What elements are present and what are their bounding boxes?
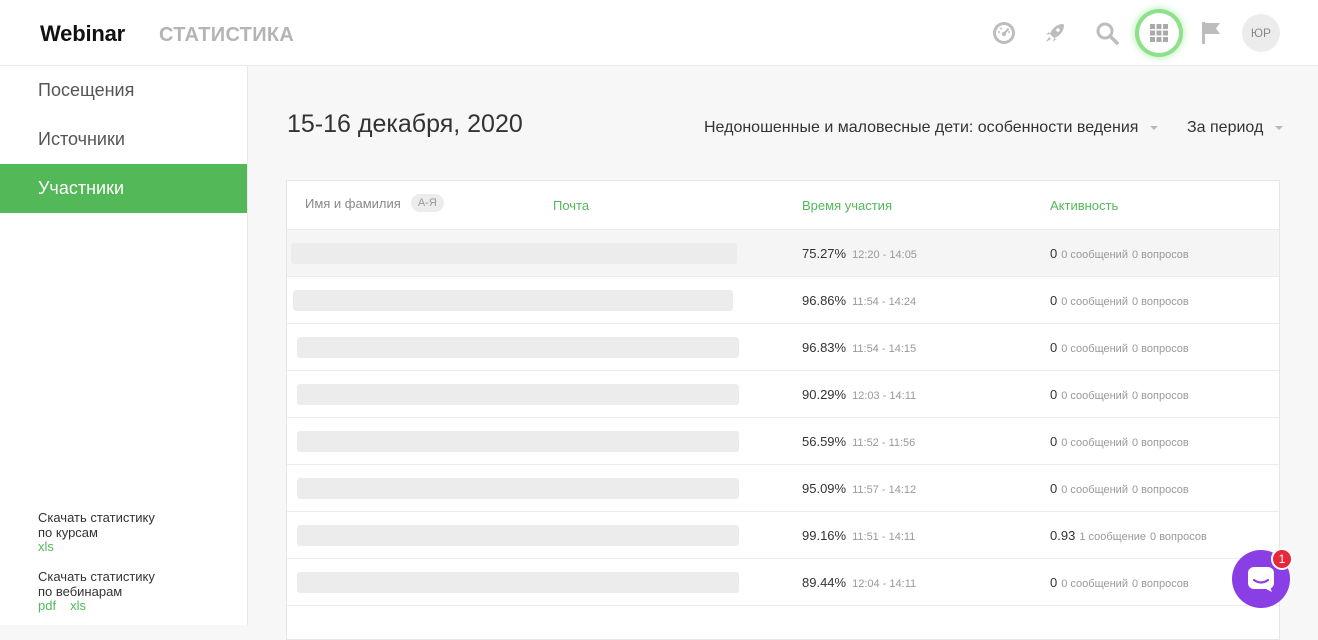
top-header: Webinar СТАТИСТИКА ЮР: [0, 0, 1318, 66]
activity-cell: 00 сообщений 0 вопросов: [1050, 246, 1189, 261]
activity-cell: 00 сообщений 0 вопросов: [1050, 481, 1189, 496]
logo[interactable]: Webinar: [40, 21, 125, 47]
download-courses-xls-link[interactable]: xls: [38, 539, 54, 554]
redacted-name-email: [297, 431, 739, 452]
sidebar-item-visits[interactable]: Посещения: [0, 66, 247, 115]
section-title: СТАТИСТИКА: [159, 24, 295, 46]
table-row[interactable]: 75.27% 12:20 - 14:05 00 сообщений 0 вопрос…: [287, 229, 1279, 276]
participation-time: 12:03 - 14:11: [852, 390, 917, 402]
event-select-label: Недоношенные и маловесные дети: особенно…: [704, 119, 1139, 136]
participation-time: 11:51 - 14:11: [852, 531, 916, 543]
redacted-name-email: [297, 337, 739, 358]
table-row[interactable]: 99.16% 11:51 - 14:11 0.93 1 сообщение 0 воп…: [287, 511, 1279, 558]
download-webinars-text-2: по вебинарам: [38, 583, 123, 599]
participants-table: Имя и фамилия А-Я Почта Время участия Ак…: [286, 180, 1280, 640]
table-row[interactable]: 96.83% 11:54 - 14:15 00 сообщений 0 вопрос…: [287, 323, 1279, 370]
column-time[interactable]: Время участия: [802, 198, 892, 213]
participation-time: 11:54 - 14:24: [852, 296, 917, 308]
avatar[interactable]: ЮР: [1242, 14, 1280, 52]
redacted-name-email: [291, 243, 737, 264]
redacted-name-email: [297, 525, 739, 546]
participation-time: 12:04 - 14:11: [852, 578, 917, 590]
page-title: 15-16 декабря, 2020: [287, 110, 523, 138]
dashboard-icon[interactable]: [987, 16, 1021, 50]
chevron-down-icon: [1275, 126, 1284, 130]
download-courses-text: Скачать статистику: [38, 510, 155, 525]
participation-percent: 90.29% 12:03 - 14:11: [802, 387, 917, 402]
chevron-down-icon: [1150, 126, 1159, 130]
participation-percent: 96.86% 11:54 - 14:24: [802, 293, 917, 308]
period-select-label: За период: [1187, 119, 1264, 136]
activity-cell: 00 сообщений 0 вопросов: [1050, 340, 1189, 355]
participation-time: 11:54 - 14:15: [852, 343, 917, 355]
participation-percent: 96.83% 11:54 - 14:15: [802, 340, 917, 355]
activity-cell: 00 сообщений 0 вопросов: [1050, 434, 1189, 449]
flag-icon[interactable]: [1194, 16, 1228, 50]
redacted-name-email: [297, 478, 739, 499]
download-webinars-pdf-link[interactable]: pdf: [38, 598, 56, 613]
apps-grid-icon[interactable]: [1139, 13, 1179, 53]
participation-percent: 99.16% 11:51 - 14:11: [802, 528, 916, 543]
redacted-name-email: [297, 384, 739, 405]
table-header: Имя и фамилия А-Я Почта Время участия Ак…: [287, 181, 1279, 229]
activity-cell: 00 сообщений 0 вопросов: [1050, 293, 1189, 308]
redacted-name-email: [293, 290, 733, 311]
activity-cell: 00 сообщений 0 вопросов: [1050, 575, 1189, 590]
table-row[interactable]: 90.29% 12:03 - 14:11 00 сообщений 0 вопрос…: [287, 370, 1279, 417]
participation-time: 12:20 - 14:05: [852, 249, 917, 261]
event-select[interactable]: Недоношенные и маловесные дети: особенно…: [704, 119, 1159, 137]
activity-cell: 00 сообщений 0 вопросов: [1050, 387, 1189, 402]
column-activity[interactable]: Активность: [1050, 198, 1118, 213]
sidebar-item-sources[interactable]: Источники: [0, 115, 247, 164]
column-name[interactable]: Имя и фамилия А-Я: [305, 194, 444, 212]
download-webinars-block: Скачать статистику по вебинарам pdf xls: [38, 569, 155, 614]
download-courses-block: Скачать статистику по курсам xls: [38, 510, 155, 555]
search-icon[interactable]: [1090, 16, 1124, 50]
rocket-icon[interactable]: [1038, 16, 1072, 50]
table-row[interactable]: 56.59% 11:52 - 11:56 00 сообщений 0 вопрос…: [287, 417, 1279, 464]
participation-percent: 75.27% 12:20 - 14:05: [802, 246, 917, 261]
table-row[interactable]: 96.86% 11:54 - 14:24 00 сообщений 0 вопрос…: [287, 276, 1279, 323]
sidebar-item-participants[interactable]: Участники: [0, 164, 247, 213]
table-row[interactable]: 89.44% 12:04 - 14:11 00 сообщений 0 вопрос…: [287, 558, 1279, 605]
table-row[interactable]: 95.09% 11:57 - 14:12 00 сообщений 0 вопрос…: [287, 464, 1279, 511]
participation-percent: 56.59% 11:52 - 11:56: [802, 434, 916, 449]
participation-percent: 95.09% 11:57 - 14:12: [802, 481, 917, 496]
sort-badge[interactable]: А-Я: [410, 194, 444, 212]
period-select[interactable]: За период: [1187, 119, 1284, 137]
participation-time: 11:52 - 11:56: [852, 437, 916, 449]
redacted-name-email: [297, 572, 739, 593]
download-courses-text-2: по курсам: [38, 524, 98, 540]
column-name-label: Имя и фамилия: [305, 195, 401, 211]
notification-badge: 1: [1271, 548, 1293, 570]
activity-cell: 0.93 1 сообщение 0 вопросов: [1050, 528, 1207, 543]
sidebar: Посещения Источники Участники Скачать ст…: [0, 66, 248, 625]
participation-time: 11:57 - 14:12: [852, 484, 917, 496]
column-email[interactable]: Почта: [553, 198, 589, 213]
download-webinars-text: Скачать статистику: [38, 569, 155, 584]
participation-percent: 89.44% 12:04 - 14:11: [802, 575, 917, 590]
chat-icon: [1248, 567, 1274, 592]
download-webinars-xls-link[interactable]: xls: [70, 598, 86, 613]
table-row[interactable]: [287, 605, 1279, 639]
